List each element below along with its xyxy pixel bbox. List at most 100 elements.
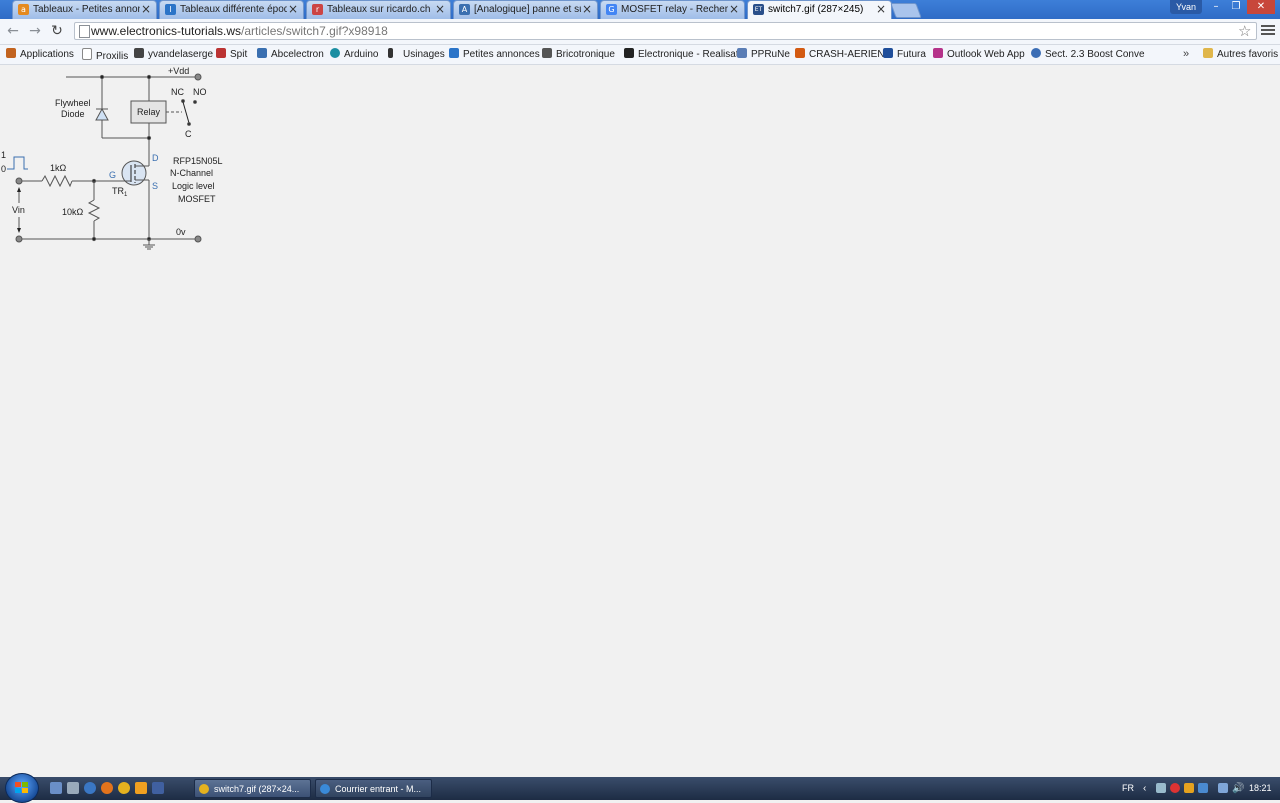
new-tab-button[interactable] <box>890 3 922 18</box>
drain-label: D <box>152 153 159 163</box>
bookmark-yvandelaserge[interactable]: yvandelaserge <box>134 48 213 62</box>
address-url: www.electronics-tutorials.ws/articles/sw… <box>91 23 388 39</box>
explorer-icon[interactable] <box>67 782 79 794</box>
tab-tableaux-ricardo[interactable]: r Tableaux sur ricardo.ch × <box>306 0 451 19</box>
app-launcher-icon[interactable] <box>152 782 164 794</box>
bookmark-abcelectron[interactable]: Abcelectron <box>257 48 324 62</box>
minimize-window-icon[interactable]: – <box>1206 0 1226 14</box>
tab-title: Tableaux différente époque <box>180 4 287 15</box>
system-clock[interactable]: 18:21 <box>1249 777 1272 800</box>
close-tab-icon[interactable]: × <box>876 2 886 16</box>
bookmark-proxilis[interactable]: Proxilis <box>82 48 128 62</box>
back-arrow-icon[interactable]: ← <box>5 23 21 39</box>
network-app-icon[interactable] <box>84 782 96 794</box>
close-tab-icon[interactable]: × <box>582 2 592 16</box>
close-tab-icon[interactable]: × <box>288 2 298 16</box>
volume-icon[interactable]: 🔊 <box>1232 777 1244 800</box>
chrome-icon[interactable] <box>118 782 130 794</box>
flywheel-diode-symbol <box>95 107 109 121</box>
futura-icon <box>883 48 893 58</box>
bookmark-usinages[interactable]: Usinages <box>388 48 445 62</box>
tray-network-icon[interactable] <box>1156 783 1166 793</box>
taskbar-button-label: Courrier entrant - M... <box>335 784 422 794</box>
electronics-tutorials-favicon-icon: ET <box>753 4 764 15</box>
forward-arrow-icon[interactable]: → <box>27 23 43 39</box>
tray-update-icon[interactable] <box>1184 783 1194 793</box>
taskbar-chrome-window[interactable]: switch7.gif (287×24... <box>194 779 311 798</box>
bookmark-futura[interactable]: Futura <box>883 48 926 62</box>
firefox-icon[interactable] <box>101 782 113 794</box>
bookmark-label: Autres favoris <box>1217 49 1279 60</box>
mail-app-icon <box>320 784 330 794</box>
taskbar-mail-window[interactable]: Courrier entrant - M... <box>315 779 432 798</box>
resistor-1k <box>41 174 73 188</box>
junction-dot <box>146 135 152 141</box>
browser-toolbar: ← → ↻ www.electronics-tutorials.ws/artic… <box>0 19 1280 45</box>
google-favicon-icon: G <box>606 4 617 15</box>
gate-label: G <box>109 170 116 180</box>
bookmark-label: Abcelectron <box>271 49 324 60</box>
site-favicon-icon: l <box>165 4 176 15</box>
bookmark-label: Arduino <box>344 49 379 60</box>
close-tab-icon[interactable]: × <box>141 2 151 16</box>
url-host: www.electronics-tutorials.ws <box>91 24 242 38</box>
language-indicator[interactable]: FR <box>1122 777 1134 800</box>
diode-label: Diode <box>61 109 85 119</box>
tray-app-icon[interactable] <box>1198 783 1208 793</box>
c-label: C <box>185 129 192 139</box>
bookmark-label: Spit <box>230 49 248 60</box>
ground-terminal-left <box>15 235 23 243</box>
tab-tableaux-petites-annonces[interactable]: a Tableaux - Petites annonces × <box>12 0 157 19</box>
bookmark-applications[interactable]: Applications <box>6 48 74 62</box>
page-icon <box>79 25 90 38</box>
nc-label: NC <box>171 87 184 97</box>
reload-icon[interactable]: ↻ <box>49 23 65 39</box>
tab-mosfet-relay-search[interactable]: G MOSFET relay - Recherche × <box>600 0 745 19</box>
tray-expand-icon[interactable]: ‹ <box>1143 777 1146 800</box>
forum-favicon-icon: A <box>459 4 470 15</box>
bookmark-electronique-realisat[interactable]: Electronique - Realisat <box>624 48 739 62</box>
close-tab-icon[interactable]: × <box>435 2 445 16</box>
bookmark-arduino[interactable]: Arduino <box>330 48 378 62</box>
bookmark-label: Futura <box>897 49 926 60</box>
tray-connection-icon[interactable] <box>1218 783 1228 793</box>
restore-window-icon[interactable]: ❐ <box>1226 0 1246 14</box>
petites-annonces-icon <box>449 48 459 58</box>
chrome-menu-icon[interactable] <box>1261 23 1275 37</box>
junction-dot <box>91 236 97 242</box>
switch-blade <box>182 101 190 124</box>
bookmark-petites-annonces[interactable]: Petites annonces <box>449 48 540 62</box>
show-desktop-icon[interactable] <box>50 782 62 794</box>
bookmarks-overflow-icon[interactable]: » <box>1183 48 1189 60</box>
pulse-low-label: 0 <box>1 164 6 174</box>
tray-antivirus-icon[interactable] <box>1170 783 1180 793</box>
address-bar[interactable]: www.electronics-tutorials.ws/articles/sw… <box>74 22 1257 40</box>
bookmark-star-icon[interactable]: ☆ <box>1238 22 1251 40</box>
bookmark-pprune[interactable]: PPRuNe <box>737 48 790 62</box>
close-window-icon[interactable]: ✕ <box>1247 0 1275 14</box>
chrome-icon <box>199 784 209 794</box>
bookmark-spit[interactable]: Spit <box>216 48 247 62</box>
bookmark-label: Proxilis <box>96 51 129 62</box>
nc-contact <box>181 99 185 103</box>
tab-analogique-panne[interactable]: A [Analogique] panne et sur × <box>453 0 598 19</box>
apps-grid-icon <box>6 48 16 58</box>
bookmark-sect-boost-conve[interactable]: Sect. 2.3 Boost Conve <box>1031 48 1145 62</box>
close-tab-icon[interactable]: × <box>729 2 739 16</box>
user-profile-badge[interactable]: Yvan <box>1170 0 1202 14</box>
bookmark-bricotronique[interactable]: Bricotronique <box>542 48 615 62</box>
bookmark-autres-favoris[interactable]: Autres favoris <box>1203 48 1278 62</box>
tab-switch7-gif[interactable]: ET switch7.gif (287×245) × <box>747 0 892 19</box>
bookmark-label: PPRuNe <box>751 49 790 60</box>
bookmark-label: Outlook Web App <box>947 49 1025 60</box>
zero-volt-label: 0v <box>176 227 186 237</box>
vin-arrow-head-up <box>17 187 21 192</box>
tab-tableaux-differente-epoque[interactable]: l Tableaux différente époque × <box>159 0 304 19</box>
bookmark-outlook-web-app[interactable]: Outlook Web App <box>933 48 1025 62</box>
tr-main: TR <box>112 186 124 196</box>
media-player-icon[interactable] <box>135 782 147 794</box>
url-path: /articles/switch7.gif?x98918 <box>241 24 388 38</box>
bookmark-crash-aerien[interactable]: CRASH-AERIEN <box>795 48 885 62</box>
pulse-high-label: 1 <box>1 150 6 160</box>
start-button[interactable] <box>5 773 39 803</box>
